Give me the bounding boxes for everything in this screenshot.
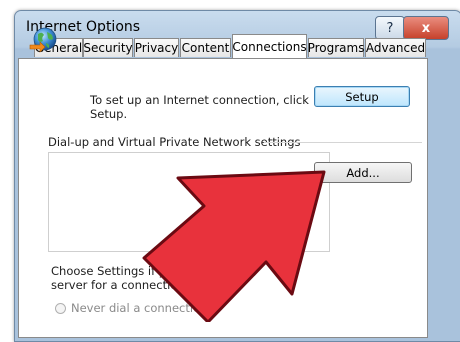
globe-network-icon	[29, 27, 57, 53]
never-dial-label: Never dial a connection	[71, 301, 208, 315]
tab-connections[interactable]: Connections	[232, 34, 307, 58]
tab-security[interactable]: Security	[83, 38, 133, 57]
dialup-vpn-heading: Dial-up and Virtual Private Network sett…	[48, 135, 301, 149]
add-button[interactable]: Add...	[314, 162, 412, 183]
help-button[interactable]: ?	[375, 16, 405, 40]
close-button[interactable]: x	[403, 16, 449, 40]
setup-description-line2: Setup.	[90, 107, 128, 121]
never-dial-radio[interactable]	[55, 303, 66, 314]
section-divider	[264, 142, 422, 143]
setup-description-line1: To set up an Internet connection, click	[90, 93, 309, 107]
tab-programs[interactable]: Programs	[308, 38, 364, 57]
settings-description-line1: Choose Settings if you need to	[51, 264, 228, 278]
setup-button[interactable]: Setup	[314, 86, 410, 107]
tab-privacy[interactable]: Privacy	[134, 38, 179, 57]
tab-advanced[interactable]: Advanced	[365, 38, 426, 57]
connections-listbox[interactable]	[48, 152, 330, 252]
settings-description-line2: server for a connection.	[51, 278, 189, 292]
tab-content[interactable]: Content	[180, 38, 231, 57]
